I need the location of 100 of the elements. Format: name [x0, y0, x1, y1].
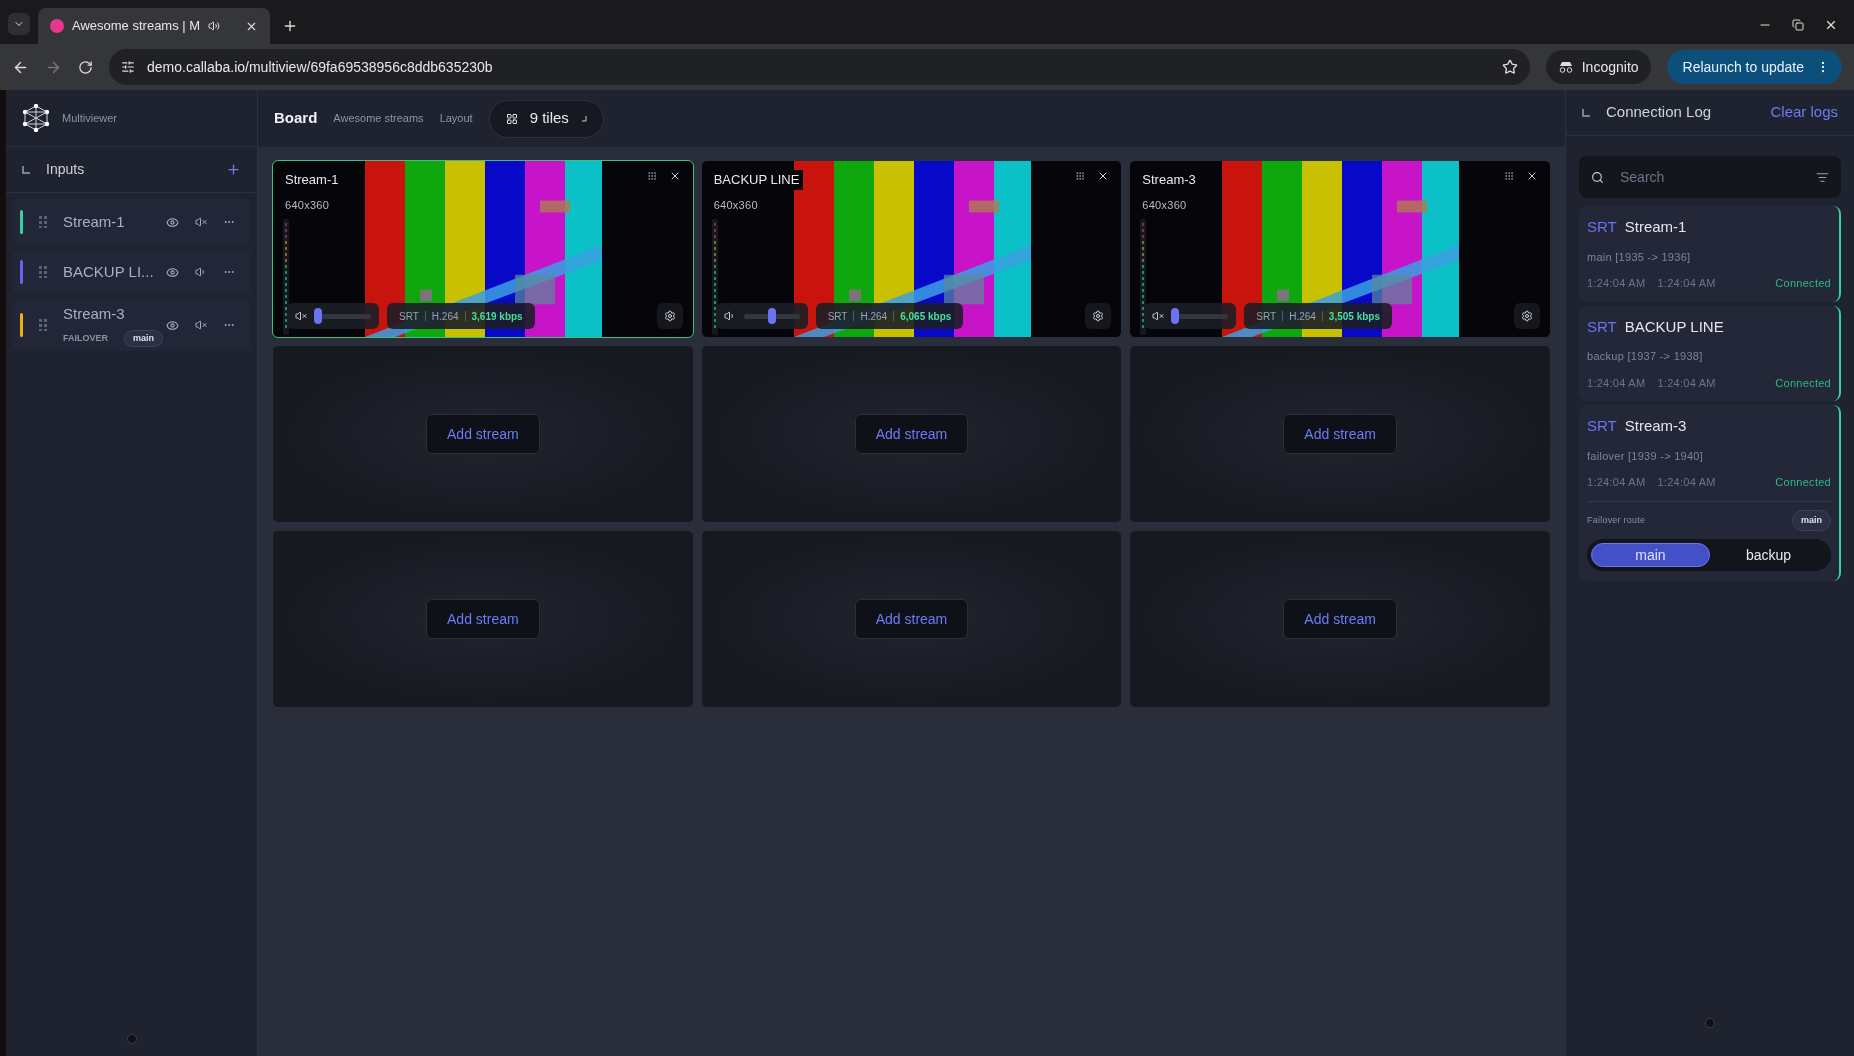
board-tab[interactable]: Layout — [439, 110, 473, 127]
add-input-icon[interactable] — [226, 162, 241, 177]
stream-name: Stream-3 — [1624, 416, 1687, 436]
tab-title: Awesome streams | M — [72, 17, 201, 36]
route-badge: main — [1792, 509, 1831, 531]
settings-icon — [663, 310, 676, 322]
stream-tile[interactable]: BACKUP LINE 640x360 SRT H.264 6,065 kbps — [700, 160, 1123, 338]
status-text: Connected — [1775, 375, 1831, 391]
drag-handle-icon[interactable] — [39, 319, 47, 331]
stream-name: BACKUP LINE — [1624, 316, 1724, 337]
incognito-badge[interactable]: Incognito — [1545, 50, 1651, 84]
resolution-label: 640x360 — [1142, 198, 1187, 213]
update-time: 1:24:04 AM — [1657, 375, 1716, 391]
resolution-label: 640x360 — [285, 198, 330, 213]
drag-handle-icon[interactable] — [39, 266, 47, 278]
failover-label: Failover route — [1587, 513, 1646, 527]
route-option[interactable]: backup — [1710, 543, 1827, 567]
route-badge: main — [124, 329, 164, 347]
search-icon — [1591, 170, 1604, 184]
add-stream-button[interactable]: Add stream — [854, 414, 969, 454]
stream-tile[interactable]: Stream-1 640x360 SRT H.264 3,619 kbps — [272, 160, 694, 338]
grid-handle-icon[interactable] — [646, 171, 657, 181]
status-text: Connected — [1775, 475, 1831, 490]
browser-tab[interactable]: Awesome streams | M — [38, 8, 270, 44]
start-time: 1:24:04 AM — [1587, 375, 1646, 391]
reload-icon[interactable] — [78, 59, 93, 75]
restore-icon[interactable] — [1792, 19, 1804, 31]
protocol-label: SRT — [1587, 416, 1617, 436]
address-bar[interactable]: demo.callaba.io/multiview/69fa69538956c8ddb635230b — [109, 49, 1530, 85]
collapse-icon[interactable] — [22, 165, 30, 174]
eye-icon[interactable] — [166, 318, 179, 332]
mute-icon[interactable] — [1152, 310, 1165, 322]
new-tab-icon[interactable] — [282, 18, 298, 34]
tab-list-button[interactable] — [8, 13, 30, 35]
mute-icon[interactable] — [295, 310, 307, 322]
corner-icon — [580, 115, 587, 122]
search-box[interactable]: Search — [1579, 156, 1841, 198]
update-time: 1:24:04 AM — [1657, 276, 1716, 291]
mute-icon[interactable] — [195, 216, 207, 228]
audio-playing-icon — [208, 20, 221, 32]
inputs-title: Inputs — [46, 160, 85, 179]
url-text: demo.callaba.io/multiview/69fa69538956c8ddb635230b — [147, 57, 493, 77]
stream-tile[interactable]: Stream-3 640x360 SRT H.264 3,505 kbps — [1129, 160, 1551, 338]
add-stream-button[interactable]: Add stream — [854, 599, 969, 639]
add-stream-button[interactable]: Add stream — [1283, 414, 1397, 454]
eye-icon[interactable] — [166, 265, 179, 279]
route-option[interactable]: main — [1591, 543, 1710, 567]
start-time: 1:24:04 AM — [1587, 475, 1646, 490]
close-window-icon[interactable] — [1824, 18, 1838, 32]
volume-control[interactable] — [287, 303, 379, 329]
clear-logs-link[interactable]: Clear logs — [1770, 101, 1838, 124]
relaunch-button[interactable]: Relaunch to update — [1666, 50, 1842, 84]
volume-control[interactable] — [715, 303, 808, 329]
mute-icon[interactable] — [195, 319, 207, 331]
app-name: Multiviewer — [62, 110, 117, 126]
type-label: FAILOVER — [63, 331, 108, 345]
stream-stats: SRT H.264 3,505 kbps — [1244, 303, 1392, 329]
search-field[interactable]: Search — [1620, 166, 1800, 188]
update-time: 1:24:04 AM — [1657, 475, 1716, 490]
grid-icon — [505, 112, 518, 125]
grid-handle-icon[interactable] — [1075, 171, 1086, 181]
route-text: backup [1937 -> 1938] — [1587, 349, 1704, 364]
logo-icon — [22, 104, 50, 132]
settings-button[interactable] — [1514, 303, 1540, 329]
add-stream-button[interactable]: Add stream — [426, 599, 540, 639]
site-info-icon[interactable] — [121, 60, 135, 74]
speaker-icon[interactable] — [723, 310, 736, 322]
speaker-icon[interactable] — [195, 266, 207, 278]
add-stream-button[interactable]: Add stream — [1283, 599, 1397, 639]
tiles-button[interactable]: 9 tiles — [488, 99, 604, 138]
filter-icon[interactable] — [1816, 170, 1829, 184]
volume-control[interactable] — [1144, 303, 1237, 329]
settings-button[interactable] — [656, 303, 683, 329]
protocol-label: SRT — [1587, 316, 1617, 337]
bookmark-icon[interactable] — [1501, 59, 1518, 75]
eye-icon[interactable] — [166, 215, 179, 229]
grid-handle-icon[interactable] — [1504, 171, 1514, 181]
route-text: failover [1939 -> 1940] — [1587, 448, 1705, 464]
volume-slider-thumb[interactable] — [313, 307, 322, 324]
add-stream-button[interactable]: Add stream — [426, 414, 540, 454]
board-tab[interactable]: Awesome streams — [333, 110, 424, 127]
stream-name: Stream-1 — [1624, 217, 1687, 237]
favicon-icon — [50, 19, 64, 33]
volume-slider-thumb[interactable] — [1171, 307, 1180, 324]
volume-slider-thumb[interactable] — [767, 307, 776, 324]
close-icon[interactable] — [1526, 170, 1538, 182]
input-item[interactable]: BACKUP LI... — [12, 249, 251, 295]
settings-icon — [1092, 310, 1105, 322]
resolution-label: 640x360 — [713, 198, 758, 213]
board-tab[interactable]: Board — [274, 107, 318, 130]
stream-stats: SRT H.264 3,619 kbps — [387, 303, 535, 329]
settings-icon — [1521, 310, 1533, 322]
drag-handle-icon[interactable] — [39, 216, 47, 228]
settings-button[interactable] — [1085, 303, 1112, 329]
input-name: Stream-3 — [63, 304, 126, 324]
collapse-icon[interactable] — [1582, 108, 1590, 117]
input-item[interactable]: Stream-3 FAILOVER main — [12, 299, 251, 351]
route-text: main [1935 -> 1936] — [1587, 249, 1692, 265]
input-item[interactable]: Stream-1 — [12, 199, 251, 245]
input-name: Stream-1 — [63, 211, 126, 232]
